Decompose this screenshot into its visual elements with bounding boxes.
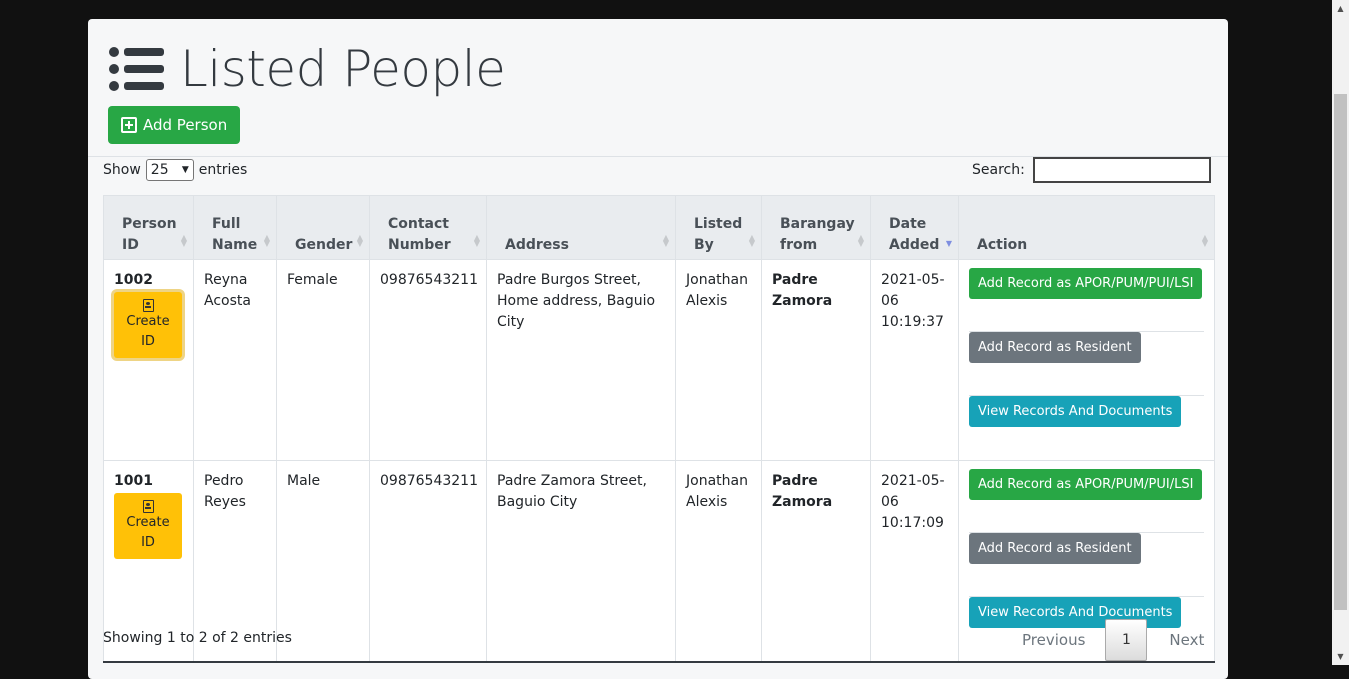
cell-date-added: 2021-05- 06 10:17:09: [870, 460, 959, 663]
sort-icon: ▲ ▼: [857, 233, 864, 248]
header-contact-number[interactable]: Contact Number ▲ ▼: [369, 195, 487, 260]
cell-gender: Female: [276, 259, 370, 461]
page-title: Listed People: [180, 40, 506, 98]
header-address[interactable]: Address ▲ ▼: [486, 195, 676, 260]
cell-address: Padre Zamora Street, Baguio City: [486, 460, 676, 663]
entries-length: Show 25 ▼ entries: [103, 159, 247, 181]
header-full-name[interactable]: Full Name ▲ ▼: [193, 195, 277, 260]
header-action[interactable]: Action ▲ ▼: [958, 195, 1215, 260]
sort-desc-icon: ▼: [945, 239, 952, 248]
cell-full-name: Reyna Acosta: [193, 259, 277, 461]
scroll-up-icon[interactable]: ▲: [1332, 0, 1349, 17]
create-id-button[interactable]: Create ID: [114, 292, 182, 358]
cell-listed-by: Jonathan Alexis: [675, 259, 762, 461]
add-resident-record-button[interactable]: Add Record as Resident: [969, 533, 1141, 564]
table-header-row: Person ID ▲ ▼ Full Name ▲ ▼ Gender ▲ ▼ Contact Nu…: [103, 195, 1215, 260]
header-date-added[interactable]: Date Added ▼: [870, 195, 959, 260]
add-apor-record-button[interactable]: Add Record as APOR/PUM/PUI/LSI: [969, 469, 1203, 500]
main-card: Listed People Add Person Show 25 ▼ entri…: [88, 19, 1228, 679]
people-table: Person ID ▲ ▼ Full Name ▲ ▼ Gender ▲ ▼ Contact Nu…: [103, 195, 1215, 663]
action-item: Add Record as Resident: [969, 533, 1204, 597]
search-filter: Search:: [972, 157, 1211, 183]
sort-icon: ▲ ▼: [263, 233, 270, 248]
sort-icon: ▲ ▼: [356, 233, 363, 248]
add-apor-record-button[interactable]: Add Record as APOR/PUM/PUI/LSI: [969, 268, 1203, 299]
vertical-scrollbar[interactable]: ▲ ▼: [1332, 0, 1349, 665]
header-gender[interactable]: Gender ▲ ▼: [276, 195, 370, 260]
pagination: Previous 1 Next: [1002, 619, 1224, 661]
cell-listed-by: Jonathan Alexis: [675, 460, 762, 663]
id-badge-icon: [142, 298, 154, 312]
cell-contact-number: 09876543211: [369, 259, 487, 461]
entries-select[interactable]: 25 ▼: [145, 159, 194, 181]
header-barangay-from[interactable]: Barangay from ▲ ▼: [761, 195, 871, 260]
cell-person-id: 1002 Create ID: [103, 259, 194, 461]
table-row: 1002 Create ID Reyna Acosta Female 098765…: [103, 259, 1215, 461]
header-listed-by[interactable]: Listed By ▲ ▼: [675, 195, 762, 260]
id-badge-icon: [142, 499, 154, 513]
scroll-down-icon[interactable]: ▼: [1332, 648, 1349, 665]
table-info: Showing 1 to 2 of 2 entries: [103, 630, 292, 646]
plus-square-icon: [121, 117, 137, 133]
previous-button[interactable]: Previous: [1002, 631, 1105, 649]
cell-barangay: Padre Zamora: [761, 460, 871, 663]
entries-select-value: 25: [150, 162, 169, 178]
sort-icon: ▲ ▼: [662, 233, 669, 248]
cell-contact-number: 09876543211: [369, 460, 487, 663]
search-input[interactable]: [1032, 157, 1211, 183]
view-records-button[interactable]: View Records And Documents: [969, 396, 1182, 427]
action-item: Add Record as APOR/PUM/PUI/LSI: [969, 469, 1204, 533]
action-item: View Records And Documents: [969, 396, 1204, 460]
sort-icon: ▲ ▼: [180, 233, 187, 248]
action-item: Add Record as APOR/PUM/PUI/LSI: [969, 268, 1204, 332]
sort-icon: ▲ ▼: [1201, 233, 1208, 248]
sort-icon: ▲ ▼: [748, 233, 755, 248]
cell-action: Add Record as APOR/PUM/PUI/LSI Add Recor…: [958, 259, 1215, 461]
show-label: Show: [103, 162, 141, 178]
page-header: Listed People: [108, 40, 506, 98]
chevron-down-icon: ▼: [181, 165, 189, 175]
cell-date-added: 2021-05- 06 10:19:37: [870, 259, 959, 461]
list-icon: [109, 47, 164, 91]
sort-icon: ▲ ▼: [473, 233, 480, 248]
page-button-1[interactable]: 1: [1105, 619, 1148, 661]
add-person-button[interactable]: Add Person: [108, 106, 241, 144]
add-resident-record-button[interactable]: Add Record as Resident: [969, 332, 1141, 363]
cell-address: Padre Burgos Street, Home address, Baguio…: [486, 259, 676, 461]
search-label: Search:: [972, 162, 1025, 178]
entries-label: entries: [198, 162, 248, 178]
person-id: 1002: [114, 272, 153, 288]
person-id: 1001: [114, 473, 153, 489]
cell-barangay: Padre Zamora: [761, 259, 871, 461]
header-person-id[interactable]: Person ID ▲ ▼: [103, 195, 194, 260]
scrollbar-thumb[interactable]: [1334, 94, 1347, 610]
next-button[interactable]: Next: [1147, 631, 1224, 649]
add-person-label: Add Person: [143, 116, 228, 134]
create-id-button[interactable]: Create ID: [114, 493, 182, 559]
action-item: Add Record as Resident: [969, 332, 1204, 396]
